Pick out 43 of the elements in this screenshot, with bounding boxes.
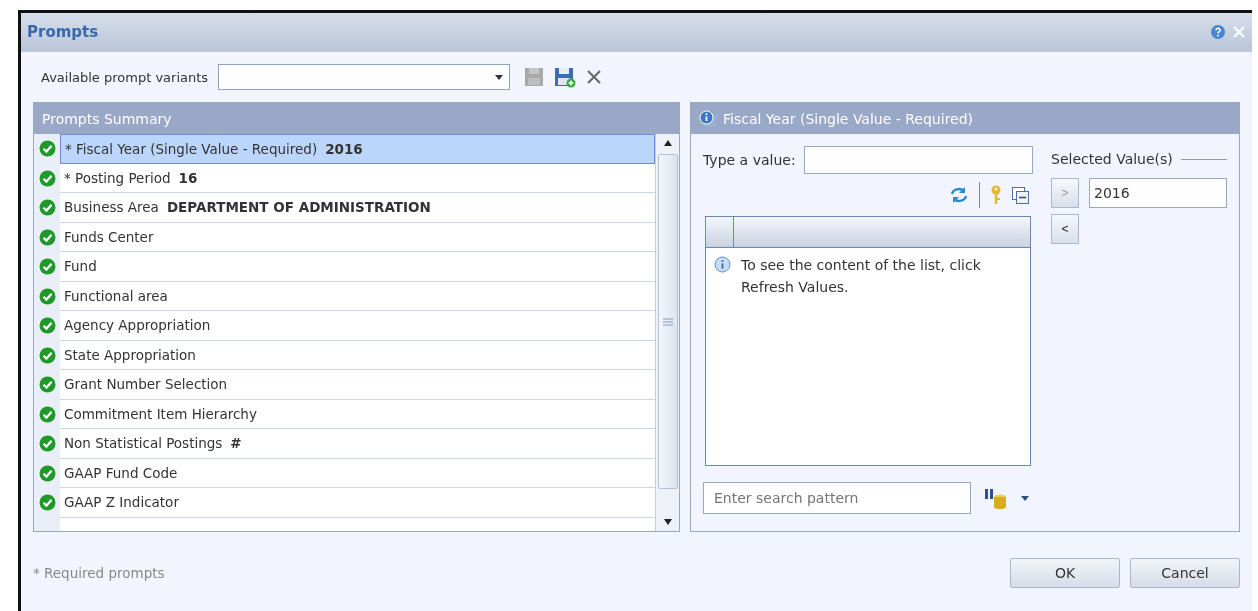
grip-icon — [662, 317, 673, 326]
list-message: To see the content of the list, click Refresh Values. — [741, 256, 982, 297]
type-value-label: Type a value: — [703, 152, 796, 168]
prompt-item[interactable]: Agency Appropriation — [60, 311, 655, 341]
prompt-item[interactable]: State Appropriation — [60, 340, 655, 370]
panel-title: Prompts Summary — [42, 110, 172, 127]
panel-title: Fiscal Year (Single Value - Required) — [723, 110, 974, 127]
prompt-item[interactable]: Commitment Item Hierarchy — [60, 399, 655, 429]
dialog-button[interactable]: Cancel — [1130, 558, 1240, 588]
prompt-item[interactable]: GAAP Z Indicator — [60, 488, 655, 518]
prompt-item[interactable]: Non Statistical Postings # — [60, 429, 655, 459]
search-database-icon[interactable] — [983, 487, 1009, 509]
required-note: * Required prompts — [33, 565, 165, 581]
info-icon — [699, 109, 717, 128]
prompt-item[interactable]: * Posting Period 16 — [60, 163, 655, 193]
prompt-item[interactable]: Fund — [60, 252, 655, 282]
delete-icon[interactable] — [586, 69, 603, 85]
variants-dropdown[interactable] — [218, 64, 511, 90]
dropdown-caret-icon[interactable] — [1021, 495, 1029, 501]
info-icon — [714, 256, 731, 273]
window-title: Prompts — [27, 23, 99, 41]
prompt-item[interactable]: Business Area DEPARTMENT OF ADMINISTRATION — [60, 193, 655, 223]
variants-label: Available prompt variants — [41, 69, 209, 85]
save-icon[interactable] — [524, 67, 545, 87]
prompt-item[interactable]: * Fiscal Year (Single Value - Required) 2016 — [60, 134, 655, 164]
caret-icon — [495, 74, 504, 80]
prompt-item[interactable]: Functional area — [60, 281, 655, 311]
search-field[interactable]: Enter search pattern — [703, 482, 971, 514]
collapse-icon[interactable] — [1012, 186, 1029, 204]
prompt-item[interactable]: Grant Number Selection — [60, 370, 655, 400]
remove-button[interactable]: < — [1051, 214, 1079, 244]
scroll-up-icon[interactable] — [663, 140, 672, 146]
selected-values-label: Selected Value(s) — [1051, 151, 1173, 167]
help-icon[interactable] — [1210, 24, 1226, 40]
prompt-item[interactable]: Funds Center — [60, 222, 655, 252]
selected-value-field[interactable]: 2016 — [1089, 178, 1227, 208]
scrollbar[interactable] — [655, 134, 679, 531]
save-as-icon[interactable] — [554, 66, 577, 88]
prompt-item[interactable]: GAAP Fund Code — [60, 458, 655, 488]
dialog-button[interactable]: OK — [1010, 558, 1120, 588]
value-input[interactable] — [803, 146, 1033, 174]
refresh-icon[interactable] — [949, 186, 969, 204]
scroll-down-icon[interactable] — [663, 519, 672, 525]
